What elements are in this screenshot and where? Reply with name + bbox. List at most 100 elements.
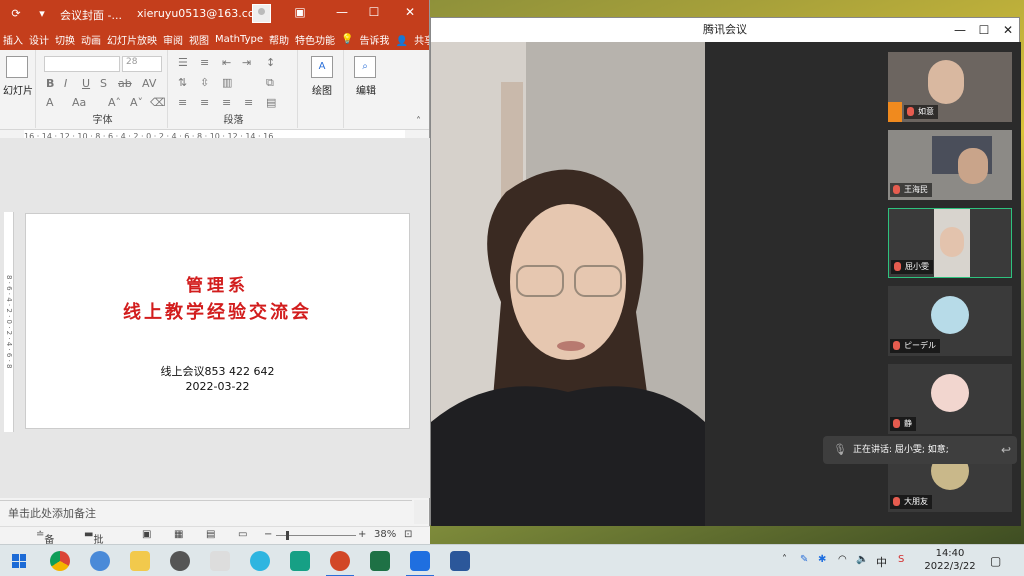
- bluetooth-icon[interactable]: ✱: [818, 554, 826, 565]
- text-direction-icon[interactable]: ⇅: [178, 76, 187, 89]
- drawing-icon[interactable]: A: [311, 56, 333, 78]
- slide-meeting-id[interactable]: 线上会议853 422 642: [26, 363, 409, 379]
- account-avatar[interactable]: [252, 4, 271, 23]
- tab-insert[interactable]: 插入: [0, 32, 26, 47]
- tab-features[interactable]: 特色功能: [292, 32, 338, 47]
- participant-tile[interactable]: 静: [888, 364, 1012, 434]
- zoom-thumb[interactable]: [286, 531, 289, 540]
- collapse-ribbon-icon[interactable]: ˄: [416, 116, 421, 127]
- close-icon[interactable]: ✕: [402, 5, 418, 19]
- columns-icon[interactable]: ▥: [222, 76, 232, 89]
- notes-pane[interactable]: 单击此处添加备注: [0, 500, 412, 524]
- case-button[interactable]: Aa: [72, 96, 86, 109]
- zoom-out-icon[interactable]: −: [264, 529, 272, 540]
- autosave-icon[interactable]: ⟳: [8, 7, 24, 20]
- bold-button[interactable]: B: [46, 77, 54, 90]
- powerpoint-window[interactable]: ⟳ ▾ 会议封面 -... xieruyu0513@163.com ▣ — ☐ …: [0, 0, 430, 561]
- powerpoint-icon[interactable]: [326, 551, 354, 576]
- tab-animations[interactable]: 动画: [78, 32, 104, 47]
- minimize-icon[interactable]: —: [334, 5, 350, 19]
- tab-view[interactable]: 视图: [186, 32, 212, 47]
- clear-format-icon[interactable]: ⌫: [150, 96, 166, 109]
- tell-me[interactable]: 告诉我: [356, 32, 392, 47]
- font-color-button[interactable]: A: [46, 96, 54, 109]
- tab-help[interactable]: 帮助: [266, 32, 292, 47]
- participant-tile[interactable]: 屈小雯: [888, 208, 1012, 278]
- smartart-icon[interactable]: ⧉: [266, 76, 274, 90]
- align-left-icon[interactable]: ≡: [178, 96, 187, 109]
- comments-button[interactable]: ▬ 批注: [84, 529, 103, 561]
- meeting-maximize-icon[interactable]: ☐: [975, 18, 993, 42]
- grow-font-button[interactable]: A˄: [108, 96, 121, 109]
- tray-app-icon[interactable]: ✎: [800, 554, 808, 565]
- excel-icon[interactable]: [370, 551, 390, 571]
- system-clock[interactable]: 14:40 2022/3/22: [922, 547, 978, 573]
- line-spacing-icon[interactable]: ↕: [266, 56, 275, 69]
- tab-design[interactable]: 设计: [26, 32, 52, 47]
- bullets-icon[interactable]: ☰: [178, 56, 188, 69]
- justify-icon[interactable]: ≡: [244, 96, 253, 109]
- fit-window-icon[interactable]: ⊡: [404, 529, 412, 540]
- maximize-icon[interactable]: ☐: [366, 5, 382, 19]
- ribbon-display-icon[interactable]: ▣: [292, 5, 308, 19]
- align-center-icon[interactable]: ≡: [200, 96, 209, 109]
- wifi-icon[interactable]: ◠: [838, 554, 847, 565]
- sorter-view-icon[interactable]: ▦: [174, 529, 183, 540]
- underline-button[interactable]: U: [82, 77, 90, 90]
- font-name-box[interactable]: [44, 56, 120, 72]
- editing-label[interactable]: 编辑: [346, 82, 386, 97]
- word-icon[interactable]: [450, 551, 470, 571]
- slide-date[interactable]: 2022-03-22: [26, 380, 409, 393]
- shrink-font-button[interactable]: A˅: [130, 96, 143, 109]
- tab-review[interactable]: 审阅: [160, 32, 186, 47]
- zoom-level[interactable]: 38%: [374, 529, 396, 540]
- notes-scrollbar[interactable]: [414, 500, 428, 524]
- quick-access-chevron-icon[interactable]: ▾: [34, 7, 50, 20]
- new-slide-icon[interactable]: [6, 56, 28, 78]
- numbering-icon[interactable]: ≡: [200, 56, 209, 69]
- indent-icon[interactable]: ⇤: [222, 56, 231, 69]
- collapse-arrow-icon[interactable]: ↩: [1001, 436, 1011, 464]
- meeting-minimize-icon[interactable]: —: [951, 18, 969, 42]
- file-explorer-icon[interactable]: [130, 551, 150, 571]
- participant-tile[interactable]: ピーデル: [888, 286, 1012, 356]
- slide-title-2[interactable]: 线上教学经验交流会: [26, 298, 409, 324]
- notes-button[interactable]: ≐ 备注: [36, 529, 54, 561]
- participant-tile[interactable]: 王海民: [888, 130, 1012, 200]
- notion-app-icon[interactable]: [290, 551, 310, 571]
- ime-indicator[interactable]: 中: [876, 554, 887, 570]
- browser-icon[interactable]: [90, 551, 110, 571]
- slide-title-1[interactable]: 管理系: [26, 271, 409, 296]
- zoom-in-icon[interactable]: +: [358, 529, 366, 540]
- slide[interactable]: 管理系 线上教学经验交流会 线上会议853 422 642 2022-03-22: [25, 213, 410, 429]
- tab-transitions[interactable]: 切换: [52, 32, 78, 47]
- find-icon[interactable]: ⌕: [354, 56, 376, 78]
- chrome-icon[interactable]: [50, 551, 70, 571]
- speaking-indicator[interactable]: 🎙 正在讲话: 屈小雯; 如意; ↩: [823, 436, 1017, 464]
- tencent-meeting-icon[interactable]: [406, 551, 434, 576]
- input-method-icon[interactable]: S: [898, 554, 904, 565]
- strike-button[interactable]: ab: [118, 77, 132, 90]
- tencent-meeting-window[interactable]: 腾讯会议 — ☐ ✕ 如意 王海民 屈小雯 ピーデル 静 大朋友 🎙 正在讲话:…: [430, 17, 1021, 526]
- app-icon[interactable]: [170, 551, 190, 571]
- notification-icon[interactable]: ▢: [990, 554, 1001, 568]
- slides-label[interactable]: 幻灯片: [0, 82, 36, 97]
- shadow-button[interactable]: S: [100, 77, 107, 90]
- drawing-label[interactable]: 绘图: [300, 82, 344, 97]
- reading-view-icon[interactable]: ▤: [206, 529, 215, 540]
- italic-button[interactable]: I: [64, 77, 67, 90]
- meeting-close-icon[interactable]: ✕: [999, 18, 1017, 42]
- tab-mathtype[interactable]: MathType: [212, 34, 266, 45]
- tray-chevron-icon[interactable]: ˄: [782, 554, 787, 565]
- start-icon[interactable]: [12, 554, 26, 568]
- avatar-app-icon[interactable]: [210, 551, 230, 571]
- spacing-button[interactable]: AV: [142, 77, 156, 90]
- volume-icon[interactable]: 🔈: [856, 554, 868, 565]
- distribute-icon[interactable]: ▤: [266, 96, 276, 109]
- slideshow-view-icon[interactable]: ▭: [238, 529, 247, 540]
- active-speaker-video[interactable]: [431, 42, 705, 526]
- tab-slideshow[interactable]: 幻灯片放映: [104, 32, 160, 47]
- font-size-box[interactable]: 28: [122, 56, 162, 72]
- normal-view-icon[interactable]: ▣: [142, 529, 151, 540]
- outdent-icon[interactable]: ⇥: [242, 56, 251, 69]
